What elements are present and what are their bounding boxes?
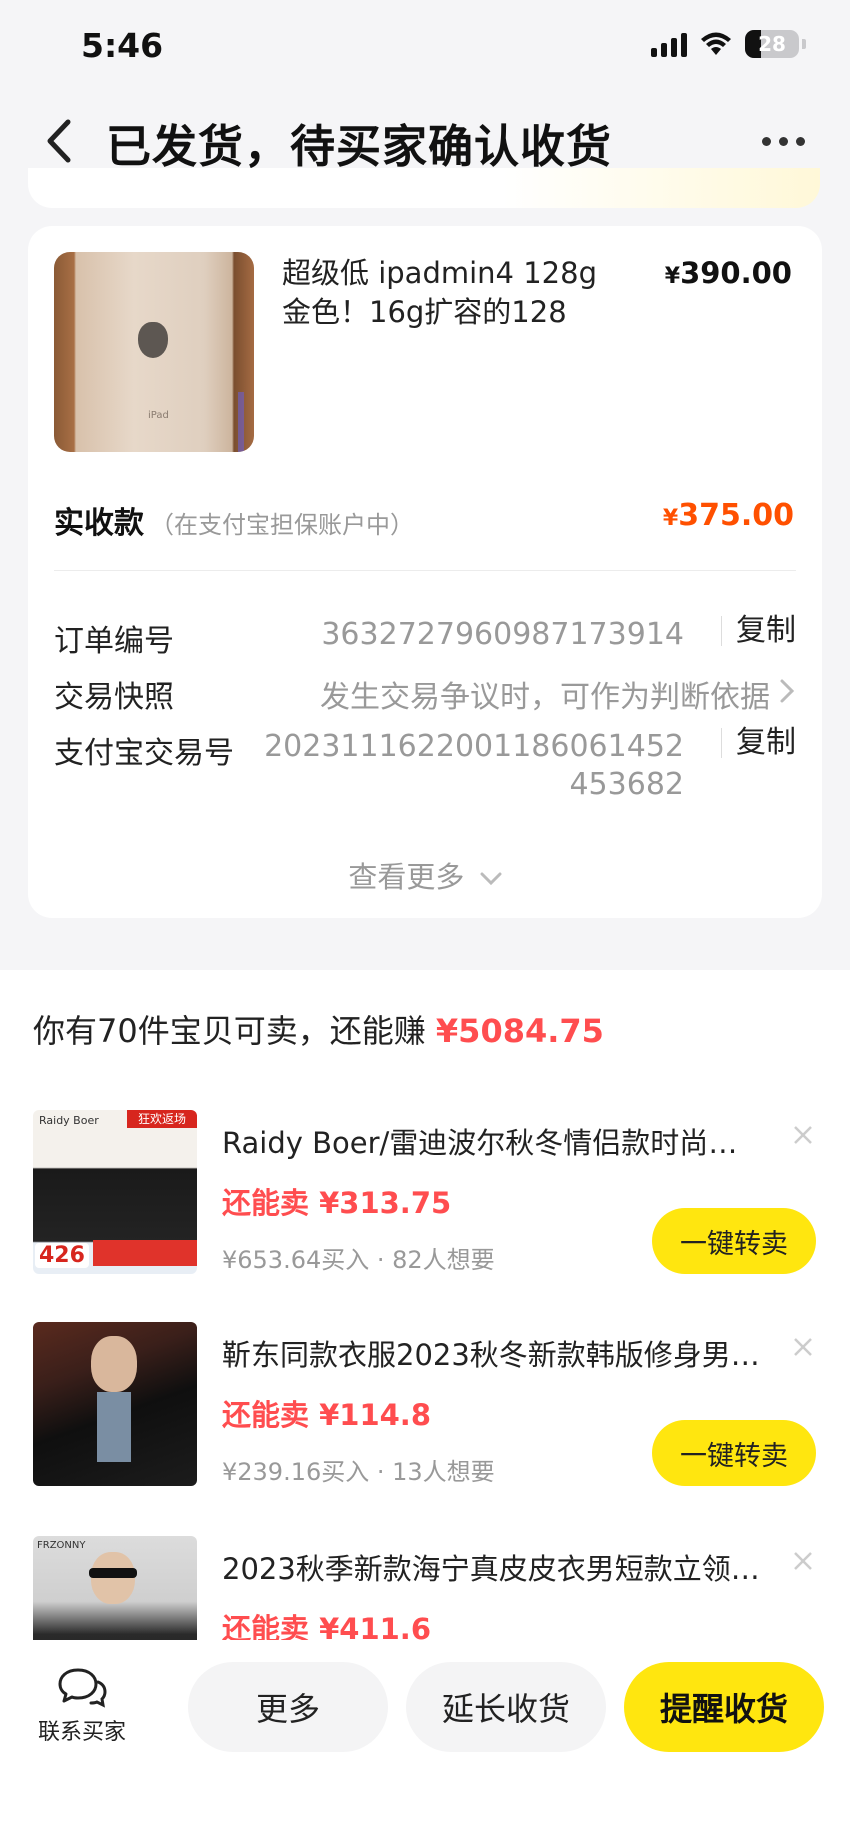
snapshot-row[interactable]: 交易快照 发生交易争议时，可作为判断依据 — [54, 672, 796, 715]
close-icon[interactable] — [792, 1124, 814, 1146]
received-row: 实收款 （在支付宝担保账户中） ¥375.00 — [54, 498, 796, 542]
received-amount: ¥375.00 — [662, 498, 794, 533]
resell-headline-amount: ¥5084.75 — [435, 1012, 604, 1050]
thumb-logo: FRZONNY — [37, 1540, 86, 1551]
contact-buyer-button[interactable]: 联系买家 — [34, 1666, 130, 1746]
see-more-label: 查看更多 — [348, 860, 465, 894]
product-title[interactable]: 超级低 ipadmin4 128g 金色！16g扩容的128 — [282, 254, 622, 332]
alipay-number-value: 20231116220011860614­52 453682 — [264, 728, 684, 804]
resell-button[interactable]: 一键转卖 — [652, 1420, 816, 1486]
snapshot-label: 交易快照 — [54, 680, 174, 715]
alipay-number-label: 支付宝交易号 — [54, 736, 234, 771]
previous-card-edge — [28, 168, 820, 208]
order-number-value: 3632727960987173914 — [321, 617, 684, 652]
resell-button[interactable]: 一键转卖 — [652, 1208, 816, 1274]
more-button[interactable]: 更多 — [188, 1662, 388, 1752]
ipad-mark: iPad — [148, 410, 169, 421]
item-title[interactable]: 2023秋季新款海宁真皮皮衣男短款立领… — [222, 1546, 762, 1588]
order-card: iPad 超级低 ipadmin4 128g 金色！16g扩容的128 ¥390… — [28, 226, 822, 918]
chat-icon — [58, 1668, 107, 1708]
price-symbol: ¥ — [664, 264, 681, 289]
back-icon[interactable] — [40, 114, 80, 168]
item-sell-price: 还能卖 ¥313.75 — [222, 1186, 452, 1220]
battery-level: 28 — [758, 32, 786, 56]
chevron-right-icon — [780, 679, 795, 703]
remind-receipt-button[interactable]: 提醒收货 — [624, 1662, 824, 1752]
item-title[interactable]: 靳东同款衣服2023秋冬新款韩版修身男… — [222, 1332, 762, 1374]
status-bar: 5:46 28 — [0, 0, 850, 96]
alipay-number-row: 支付宝交易号 20231116220011860614­52 453682 复制 — [54, 728, 796, 808]
item-meta: ¥653.64买入 · 82人想要 — [222, 1246, 495, 1274]
resell-item[interactable]: Raidy Boer 狂欢返场 426 Raidy Boer/雷迪波尔秋冬情侣款… — [0, 1110, 850, 1310]
copy-order-number-button[interactable]: 复制 — [721, 616, 796, 646]
battery-cap — [802, 39, 806, 49]
page-title: 已发货，待买家确认收货 — [106, 120, 613, 173]
thumb-tag: 狂欢返场 — [127, 1110, 197, 1128]
resell-item[interactable]: 靳东同款衣服2023秋冬新款韩版修身男… 还能卖 ¥114.8 ¥239.16买… — [0, 1322, 850, 1522]
resell-headline: 你有70件宝贝可卖，还能赚 ¥5084.75 — [33, 1006, 604, 1052]
contact-buyer-label: 联系买家 — [37, 1720, 126, 1745]
apple-logo-icon — [138, 322, 168, 358]
received-label: 实收款 — [54, 506, 144, 541]
item-thumbnail[interactable]: Raidy Boer 狂欢返场 426 — [33, 1110, 197, 1274]
item-meta: ¥239.16买入 · 13人想要 — [222, 1458, 495, 1486]
bottom-action-bar: 联系买家 更多 延长收货 提醒收货 — [0, 1640, 850, 1840]
chevron-down-icon — [480, 872, 502, 886]
item-title[interactable]: Raidy Boer/雷迪波尔秋冬情侣款时尚休… — [222, 1120, 762, 1162]
price-value: 390.00 — [680, 256, 792, 290]
signal-icon — [651, 31, 687, 57]
alipay-number-line2: 453682 — [569, 767, 684, 802]
close-icon[interactable] — [792, 1550, 814, 1572]
alipay-number-line1: 20231116220011860614­52 — [264, 729, 684, 764]
status-icons: 28 — [651, 30, 806, 58]
received-note: （在支付宝担保账户中） — [150, 511, 414, 539]
status-time: 5:46 — [81, 26, 164, 65]
product-price: ¥390.00 — [665, 256, 792, 290]
divider — [54, 570, 796, 571]
close-icon[interactable] — [792, 1336, 814, 1358]
order-detail-page: 5:46 28 已发货，待买家确认收货 iPad 超级低 ipadmin4 12… — [0, 0, 850, 1840]
thumb-badge: 426 — [35, 1243, 89, 1268]
battery-icon: 28 — [745, 30, 799, 58]
thumb-brand: Raidy Boer — [39, 1114, 99, 1127]
order-number-label: 订单编号 — [54, 624, 174, 659]
product-image[interactable]: iPad — [54, 252, 254, 452]
order-number-row: 订单编号 3632727960987173914 复制 — [54, 616, 796, 660]
resell-headline-text: 你有70件宝贝可卖，还能赚 — [33, 1012, 436, 1050]
extend-receipt-button[interactable]: 延长收货 — [406, 1662, 606, 1752]
see-more-button[interactable]: 查看更多 — [28, 854, 822, 896]
snapshot-value: 发生交易争议时，可作为判断依据 — [320, 680, 770, 715]
item-sell-price: 还能卖 ¥114.8 — [222, 1398, 432, 1432]
thumb-ribbon — [93, 1240, 197, 1266]
copy-alipay-number-button[interactable]: 复制 — [721, 728, 796, 758]
more-icon[interactable] — [762, 126, 810, 156]
item-thumbnail[interactable] — [33, 1322, 197, 1486]
wifi-icon — [701, 32, 731, 55]
